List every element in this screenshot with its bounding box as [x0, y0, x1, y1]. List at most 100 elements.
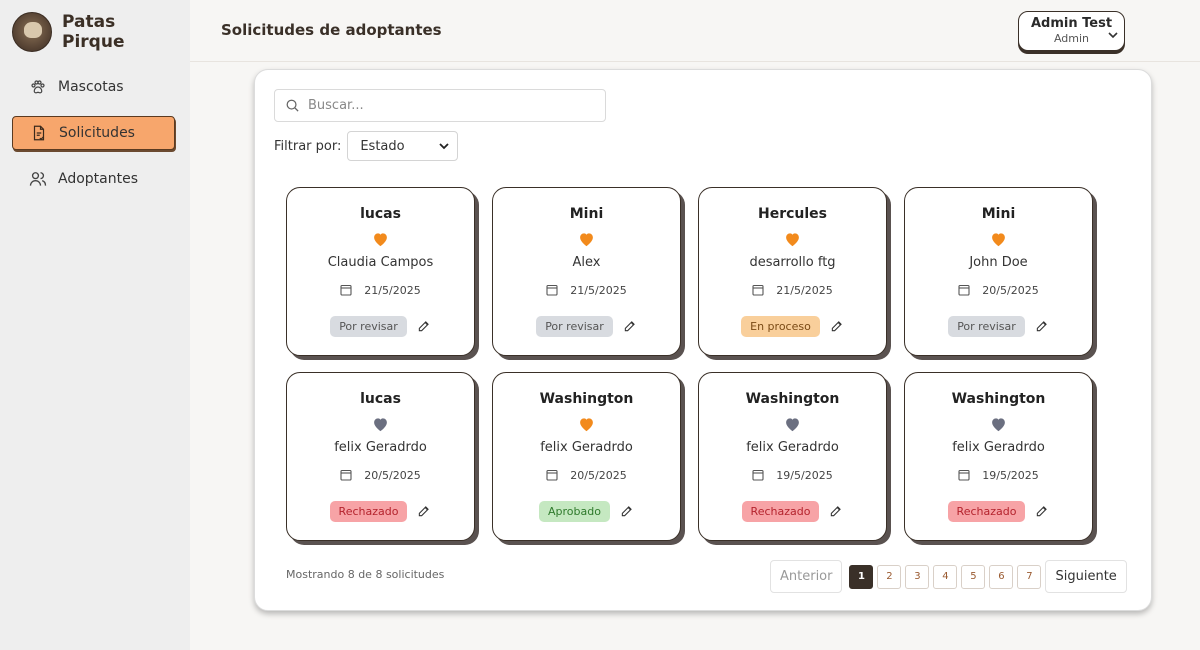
- date-row: 20/5/2025: [493, 467, 680, 483]
- status-badge: Rechazado: [947, 500, 1026, 522]
- status-row: Por revisar: [287, 315, 474, 337]
- page-number-button[interactable]: 5: [961, 564, 986, 589]
- request-date: 21/5/2025: [570, 283, 627, 297]
- calendar-icon: [340, 469, 352, 481]
- pet-name: Washington: [745, 391, 840, 407]
- next-page-button[interactable]: Siguiente: [1045, 560, 1127, 593]
- user-menu[interactable]: Admin Test Admin: [1018, 11, 1125, 51]
- request-date: 21/5/2025: [364, 283, 421, 297]
- page-number-button[interactable]: 1: [849, 564, 874, 589]
- calendar-icon: [546, 469, 558, 481]
- status-badge: Por revisar: [330, 315, 407, 337]
- status-row: Aprobado: [493, 500, 680, 522]
- edit-icon[interactable]: [829, 504, 843, 518]
- pet-name: Washington: [539, 391, 634, 407]
- search-box[interactable]: [274, 89, 606, 122]
- request-date: 19/5/2025: [776, 468, 833, 482]
- page-number-button[interactable]: 7: [1017, 564, 1042, 589]
- edit-icon[interactable]: [1035, 504, 1049, 518]
- brand-name: Patas Pirque: [62, 12, 125, 52]
- status-badge: Por revisar: [948, 315, 1025, 337]
- status-row: Rechazado: [699, 500, 886, 522]
- filter-label: Filtrar por:: [274, 138, 342, 154]
- pet-name: Mini: [981, 206, 1016, 222]
- request-card[interactable]: Washington felix Geradrdo 19/5/2025 Rech…: [904, 372, 1093, 541]
- date-row: 19/5/2025: [699, 467, 886, 483]
- page-number-button[interactable]: 2: [877, 564, 902, 589]
- adopter-name: Alex: [572, 255, 601, 270]
- sidebar-item-solicitudes[interactable]: Solicitudes: [12, 116, 175, 150]
- calendar-icon: [752, 469, 764, 481]
- pet-name: lucas: [360, 391, 401, 407]
- date-row: 21/5/2025: [699, 282, 886, 298]
- adopter-name: John Doe: [969, 255, 1028, 270]
- pet-name: Washington: [951, 391, 1046, 407]
- sidebar-item-label: Mascotas: [58, 79, 124, 95]
- sidebar-item-label: Adoptantes: [58, 171, 139, 187]
- sidebar: Patas Pirque Mascotas Solicitudes Adopta…: [0, 0, 190, 650]
- edit-icon[interactable]: [620, 504, 634, 518]
- calendar-icon: [752, 284, 764, 296]
- request-card[interactable]: Mini John Doe 20/5/2025 Por revisar: [904, 187, 1093, 356]
- calendar-icon: [958, 469, 970, 481]
- status-row: Rechazado: [287, 500, 474, 522]
- edit-icon[interactable]: [623, 319, 637, 333]
- heart-icon: [699, 416, 886, 434]
- chevron-down-icon: [1108, 24, 1118, 43]
- chevron-down-icon: [439, 139, 449, 154]
- document-icon: [29, 123, 49, 143]
- adopter-name: desarrollo ftg: [749, 255, 836, 270]
- request-date: 20/5/2025: [570, 468, 627, 482]
- requests-panel: Filtrar por: Estado lucas Claudia Campos…: [254, 69, 1152, 611]
- request-card[interactable]: Washington felix Geradrdo 20/5/2025 Apro…: [492, 372, 681, 541]
- users-icon: [28, 169, 48, 189]
- status-badge: Rechazado: [741, 500, 820, 522]
- status-row: Por revisar: [905, 315, 1092, 337]
- heart-icon: [905, 231, 1092, 249]
- status-badge: Rechazado: [329, 500, 408, 522]
- page-number-button[interactable]: 6: [989, 564, 1014, 589]
- pet-name: lucas: [360, 206, 401, 222]
- filter-row: Filtrar por: Estado: [274, 131, 459, 161]
- request-card[interactable]: lucas felix Geradrdo 20/5/2025 Rechazado: [286, 372, 475, 541]
- request-card[interactable]: Mini Alex 21/5/2025 Por revisar: [492, 187, 681, 356]
- previous-page-button[interactable]: Anterior: [770, 560, 843, 593]
- edit-icon[interactable]: [417, 319, 431, 333]
- search-input[interactable]: [308, 98, 588, 113]
- heart-icon: [493, 231, 680, 249]
- status-badge: En proceso: [741, 315, 820, 337]
- page-number-button[interactable]: 4: [933, 564, 958, 589]
- request-date: 21/5/2025: [776, 283, 833, 297]
- brand-logo: [12, 12, 52, 52]
- date-row: 21/5/2025: [287, 282, 474, 298]
- adopter-name: felix Geradrdo: [952, 440, 1045, 455]
- adopter-name: felix Geradrdo: [746, 440, 839, 455]
- pagination: Anterior 1234567 Siguiente: [770, 560, 1127, 593]
- brand[interactable]: Patas Pirque: [12, 12, 132, 52]
- request-card[interactable]: Washington felix Geradrdo 19/5/2025 Rech…: [698, 372, 887, 541]
- edit-icon[interactable]: [1035, 319, 1049, 333]
- calendar-icon: [546, 284, 558, 296]
- request-date: 19/5/2025: [982, 468, 1039, 482]
- results-count: Mostrando 8 de 8 solicitudes: [286, 568, 445, 581]
- page-number-button[interactable]: 3: [905, 564, 930, 589]
- edit-icon[interactable]: [830, 319, 844, 333]
- requests-grid: lucas Claudia Campos 21/5/2025 Por revis…: [286, 187, 1106, 541]
- request-date: 20/5/2025: [982, 283, 1039, 297]
- heart-icon: [905, 416, 1092, 434]
- search-icon: [285, 98, 300, 113]
- heart-icon: [287, 416, 474, 434]
- status-filter-value: Estado: [360, 138, 405, 154]
- sidebar-item-mascotas[interactable]: Mascotas: [12, 70, 175, 104]
- date-row: 20/5/2025: [905, 282, 1092, 298]
- status-filter-select[interactable]: Estado: [347, 131, 459, 161]
- adopter-name: felix Geradrdo: [334, 440, 427, 455]
- request-card[interactable]: Hercules desarrollo ftg 21/5/2025 En pro…: [698, 187, 887, 356]
- status-row: En proceso: [699, 315, 886, 337]
- request-card[interactable]: lucas Claudia Campos 21/5/2025 Por revis…: [286, 187, 475, 356]
- edit-icon[interactable]: [417, 504, 431, 518]
- pet-name: Hercules: [757, 206, 827, 222]
- sidebar-item-adoptantes[interactable]: Adoptantes: [12, 162, 175, 196]
- heart-icon: [699, 231, 886, 249]
- calendar-icon: [340, 284, 352, 296]
